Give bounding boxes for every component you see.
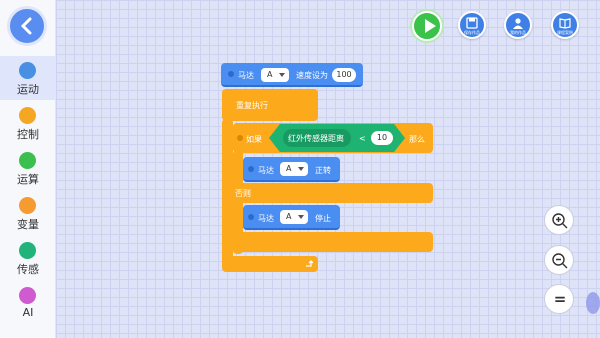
category-label: 传感 xyxy=(17,263,39,276)
chevron-down-icon xyxy=(298,215,304,219)
category-ai[interactable]: AI xyxy=(0,281,56,325)
motor-speed-block[interactable]: 马达 A 速度设为 100 xyxy=(221,63,363,87)
block-label: 马达 xyxy=(258,166,274,175)
block-label: 重复执行 xyxy=(236,101,268,110)
repeat-block-arm xyxy=(222,119,233,271)
if-block-footer xyxy=(233,232,433,252)
motor-stop-block[interactable]: 马达 A 停止 xyxy=(243,205,340,230)
port-dropdown[interactable]: A xyxy=(261,68,289,82)
save-icon xyxy=(466,17,478,29)
compare-operator: < xyxy=(359,134,366,143)
port-value: A xyxy=(286,212,292,221)
category-sidebar: 运动 控制 运算 变量 传感 AI xyxy=(0,0,56,338)
block-action: 速度设为 xyxy=(296,71,328,80)
block-notch xyxy=(237,135,243,141)
block-then-label: 那么 xyxy=(409,135,425,144)
reset-label: = xyxy=(553,290,567,308)
save-button[interactable]: 保存作品 xyxy=(458,11,486,39)
back-button[interactable] xyxy=(7,6,47,46)
if-block[interactable]: 如果 红外传感器距离 < 10 那么 xyxy=(233,123,433,153)
category-label: 运动 xyxy=(17,83,39,96)
category-label: 运算 xyxy=(17,173,39,186)
block-label: 马达 xyxy=(258,214,274,223)
block-action: 停止 xyxy=(315,214,331,223)
zoom-out-button[interactable] xyxy=(544,245,574,275)
block-label: 马达 xyxy=(238,71,254,80)
category-label: AI xyxy=(22,306,34,319)
category-label: 变量 xyxy=(17,218,39,231)
repeat-block-footer xyxy=(222,256,318,272)
user-icon xyxy=(513,18,523,29)
run-button[interactable] xyxy=(412,11,442,41)
speed-input[interactable]: 100 xyxy=(332,68,356,82)
category-variables[interactable]: 变量 xyxy=(0,191,56,235)
my-works-caption: 我的作品 xyxy=(510,30,526,35)
distance-input[interactable]: 10 xyxy=(371,131,393,145)
play-icon xyxy=(425,19,436,33)
block-action: 正转 xyxy=(315,166,331,175)
category-dot xyxy=(19,287,36,304)
my-works-button[interactable]: 我的作品 xyxy=(504,11,532,39)
zoom-reset-button[interactable]: = xyxy=(544,284,574,314)
port-dropdown[interactable]: A xyxy=(280,210,308,224)
block-notch xyxy=(228,71,234,77)
sensor-reporter[interactable]: 红外传感器距离 xyxy=(283,129,351,147)
zoom-in-button[interactable] xyxy=(544,205,574,235)
book-icon xyxy=(559,18,571,29)
motor-forward-block[interactable]: 马达 A 正转 xyxy=(243,157,340,182)
trash-handle[interactable] xyxy=(586,292,600,314)
category-dot xyxy=(19,197,36,214)
zoom-in-icon xyxy=(552,213,568,229)
category-label: 控制 xyxy=(17,128,39,141)
category-sensing[interactable]: 传感 xyxy=(0,236,56,280)
chevron-down-icon xyxy=(279,73,285,77)
else-section: 否则 xyxy=(233,183,433,203)
save-caption: 保存作品 xyxy=(464,30,480,35)
port-dropdown[interactable]: A xyxy=(280,162,308,176)
repeat-block[interactable]: 重复执行 xyxy=(222,89,318,121)
port-value: A xyxy=(267,70,273,79)
zoom-out-icon xyxy=(552,253,568,269)
category-dot xyxy=(19,107,36,124)
loop-arrow-icon xyxy=(306,260,314,267)
category-operators[interactable]: 运算 xyxy=(0,146,56,190)
sensor-label: 红外传感器距离 xyxy=(288,134,344,143)
port-value: A xyxy=(286,164,292,173)
category-dot xyxy=(19,152,36,169)
block-notch xyxy=(248,166,254,172)
category-dot xyxy=(19,62,36,79)
course-caption: 课程案例 xyxy=(557,30,573,35)
chevron-left-icon xyxy=(20,17,32,35)
block-label: 如果 xyxy=(246,135,262,144)
category-motion[interactable]: 运动 xyxy=(0,56,56,100)
category-control[interactable]: 控制 xyxy=(0,101,56,145)
block-notch xyxy=(248,214,254,220)
chevron-down-icon xyxy=(298,167,304,171)
else-label: 否则 xyxy=(235,189,251,198)
course-button[interactable]: 课程案例 xyxy=(551,11,579,39)
category-dot xyxy=(19,242,36,259)
